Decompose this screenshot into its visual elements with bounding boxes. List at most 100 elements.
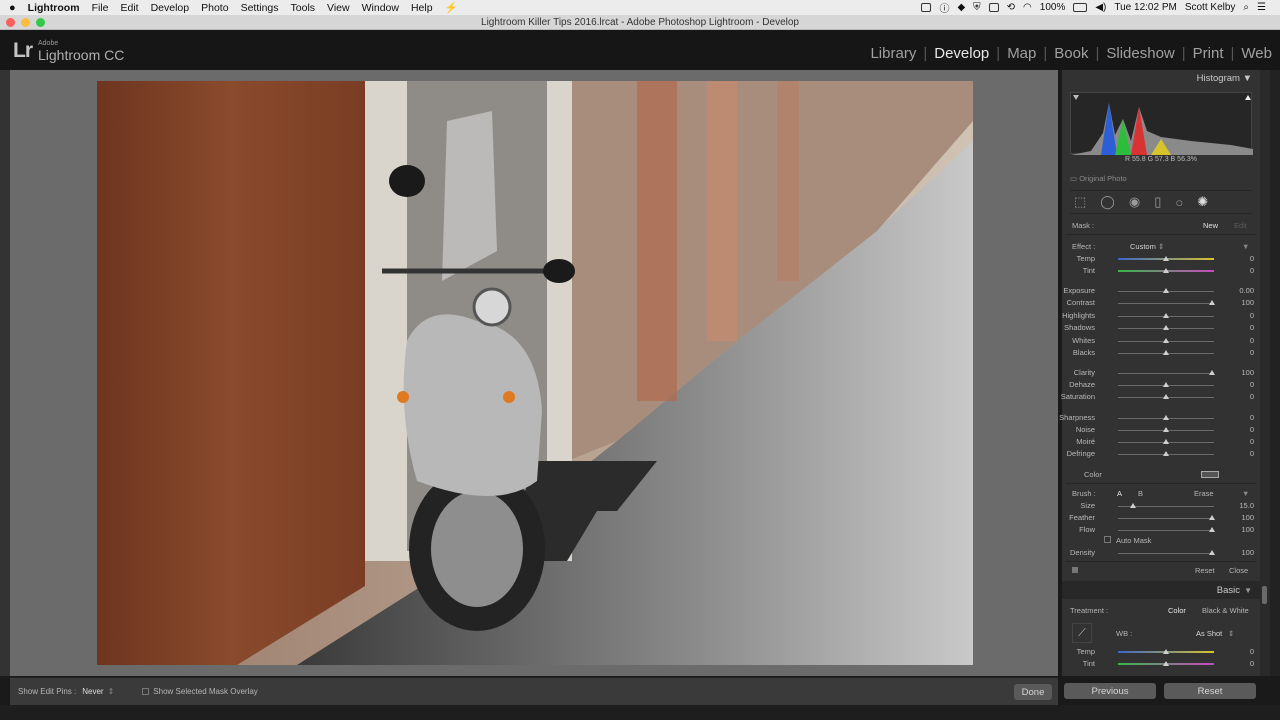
zoom-window-button[interactable] <box>36 18 45 27</box>
slider-size[interactable]: Size 15.0 <box>1062 501 1260 513</box>
chevron-updown-icon[interactable]: ⇕ <box>1228 629 1234 638</box>
histogram-header[interactable]: Histogram ▼ <box>1062 73 1260 84</box>
slider-value[interactable]: 15.0 <box>1239 501 1254 510</box>
slider-knob[interactable] <box>1163 415 1169 420</box>
treatment-color-option[interactable]: Color <box>1168 606 1186 615</box>
slider-knob[interactable] <box>1163 350 1169 355</box>
close-window-button[interactable] <box>6 18 15 27</box>
slider-track[interactable] <box>1118 518 1214 519</box>
slider-value[interactable]: 0 <box>1250 348 1254 357</box>
slider-knob[interactable] <box>1163 268 1169 273</box>
slider-value[interactable]: 100 <box>1241 298 1254 307</box>
brush-close-button[interactable]: Close <box>1229 566 1248 575</box>
chevron-updown-icon[interactable]: ⇕ <box>1158 242 1164 251</box>
module-develop[interactable]: Develop <box>934 45 989 62</box>
slider-knob[interactable] <box>1163 337 1169 343</box>
slider-flow[interactable]: Flow 100 <box>1062 525 1260 537</box>
menu-list-icon[interactable]: ☰ <box>1257 2 1266 13</box>
mask-overlay-label[interactable]: Show Selected Mask Overlay <box>153 687 258 696</box>
reset-button[interactable]: Reset <box>1164 683 1256 699</box>
slider-knob[interactable] <box>1130 503 1137 508</box>
apple-icon[interactable]: ● <box>9 2 16 14</box>
slider-whites[interactable]: Whites 0 <box>1062 336 1260 348</box>
panel-toggle-switch[interactable] <box>1072 567 1078 573</box>
slider-value[interactable]: 0 <box>1250 437 1254 446</box>
slider-tint[interactable]: Tint 0 <box>1062 266 1260 278</box>
slider-value[interactable]: 0 <box>1250 449 1254 458</box>
slider-knob[interactable] <box>1163 439 1169 444</box>
slider-knob[interactable] <box>1163 451 1169 456</box>
module-slideshow[interactable]: Slideshow <box>1106 45 1174 62</box>
color-swatch[interactable] <box>1201 471 1219 478</box>
display-icon[interactable] <box>988 3 999 12</box>
slider-knob[interactable] <box>1209 370 1216 375</box>
panel-scrollbar-thumb[interactable] <box>1262 586 1267 604</box>
slider-noise[interactable]: Noise 0 <box>1062 425 1260 437</box>
done-button[interactable]: Done <box>1014 684 1052 700</box>
slider-knob[interactable] <box>1163 382 1169 387</box>
menu-edit[interactable]: Edit <box>120 2 138 14</box>
wifi-icon[interactable]: ◠ <box>1023 2 1032 13</box>
brush-erase-tab[interactable]: Erase <box>1194 489 1214 498</box>
dropbox-icon[interactable]: ◆ <box>957 2 965 13</box>
battery-value[interactable]: 100% <box>1040 2 1066 13</box>
shield-icon[interactable]: ⛨ <box>973 2 981 13</box>
auto-mask-checkbox[interactable] <box>1104 536 1111 543</box>
module-print[interactable]: Print <box>1193 45 1224 62</box>
slider-value[interactable]: 0 <box>1250 254 1254 263</box>
search-icon[interactable]: ⌕ <box>1243 2 1249 13</box>
slider-value[interactable]: 0 <box>1250 266 1254 275</box>
slider-clarity[interactable]: Clarity 100 <box>1062 368 1260 380</box>
brush-collapse-icon[interactable]: ▼ <box>1242 489 1249 498</box>
wb-select[interactable]: As Shot <box>1196 629 1222 638</box>
effect-preset-select[interactable]: Custom <box>1130 242 1156 251</box>
slider-knob[interactable] <box>1209 515 1216 520</box>
slider-tint[interactable]: Tint 0 <box>1062 659 1260 671</box>
photo-scooter-alley[interactable] <box>97 81 973 665</box>
menu-settings[interactable]: Settings <box>241 2 279 14</box>
menu-photo[interactable]: Photo <box>201 2 228 14</box>
slider-highlights[interactable]: Highlights 0 <box>1062 311 1260 323</box>
mask-overlay-checkbox[interactable] <box>142 688 150 695</box>
slider-moir-[interactable]: Moiré 0 <box>1062 437 1260 449</box>
camera-status-icon[interactable] <box>921 3 932 12</box>
slider-knob[interactable] <box>1163 649 1169 654</box>
edit-pins-select[interactable]: Never <box>82 687 103 696</box>
treatment-bw-option[interactable]: Black & White <box>1202 606 1249 615</box>
slider-value[interactable]: 0 <box>1250 311 1254 320</box>
slider-shadows[interactable]: Shadows 0 <box>1062 323 1260 335</box>
slider-temp[interactable]: Temp 0 <box>1062 254 1260 266</box>
right-panel-edge[interactable] <box>1270 70 1280 676</box>
brush-a-tab[interactable]: A <box>1117 489 1122 498</box>
left-panel-collapsed[interactable] <box>0 70 10 676</box>
menu-window[interactable]: Window <box>362 2 399 14</box>
slider-knob[interactable] <box>1163 288 1169 293</box>
slider-value[interactable]: 100 <box>1241 513 1254 522</box>
slider-value[interactable]: 0 <box>1250 392 1254 401</box>
slider-exposure[interactable]: Exposure 0.00 <box>1062 286 1260 298</box>
lightning-icon[interactable]: ⚡ <box>445 1 458 14</box>
slider-density[interactable]: Density 100 <box>1062 548 1260 560</box>
menu-view[interactable]: View <box>327 2 350 14</box>
graduated-filter-icon[interactable]: ▯ <box>1154 194 1161 210</box>
menu-help[interactable]: Help <box>411 2 433 14</box>
slider-feather[interactable]: Feather 100 <box>1062 513 1260 525</box>
slider-knob[interactable] <box>1163 661 1169 666</box>
slider-value[interactable]: 0 <box>1250 647 1254 656</box>
slider-track[interactable] <box>1118 530 1214 531</box>
auto-mask-label[interactable]: Auto Mask <box>1116 536 1151 545</box>
user-name[interactable]: Scott Kelby <box>1185 2 1236 13</box>
slider-knob[interactable] <box>1163 394 1169 399</box>
slider-knob[interactable] <box>1163 256 1169 261</box>
menu-tools[interactable]: Tools <box>291 2 316 14</box>
red-eye-icon[interactable]: ◉ <box>1129 194 1140 210</box>
slider-value[interactable]: 0 <box>1250 413 1254 422</box>
slider-knob[interactable] <box>1209 527 1216 532</box>
clock[interactable]: Tue 12:02 PM <box>1114 2 1176 13</box>
histogram-graph[interactable] <box>1070 92 1253 155</box>
slider-temp[interactable]: Temp 0 <box>1062 647 1260 659</box>
basic-header[interactable]: Basic ▼ <box>1062 581 1260 599</box>
slider-track[interactable] <box>1118 303 1214 305</box>
menu-develop[interactable]: Develop <box>151 2 190 14</box>
brush-reset-button[interactable]: Reset <box>1195 566 1215 575</box>
